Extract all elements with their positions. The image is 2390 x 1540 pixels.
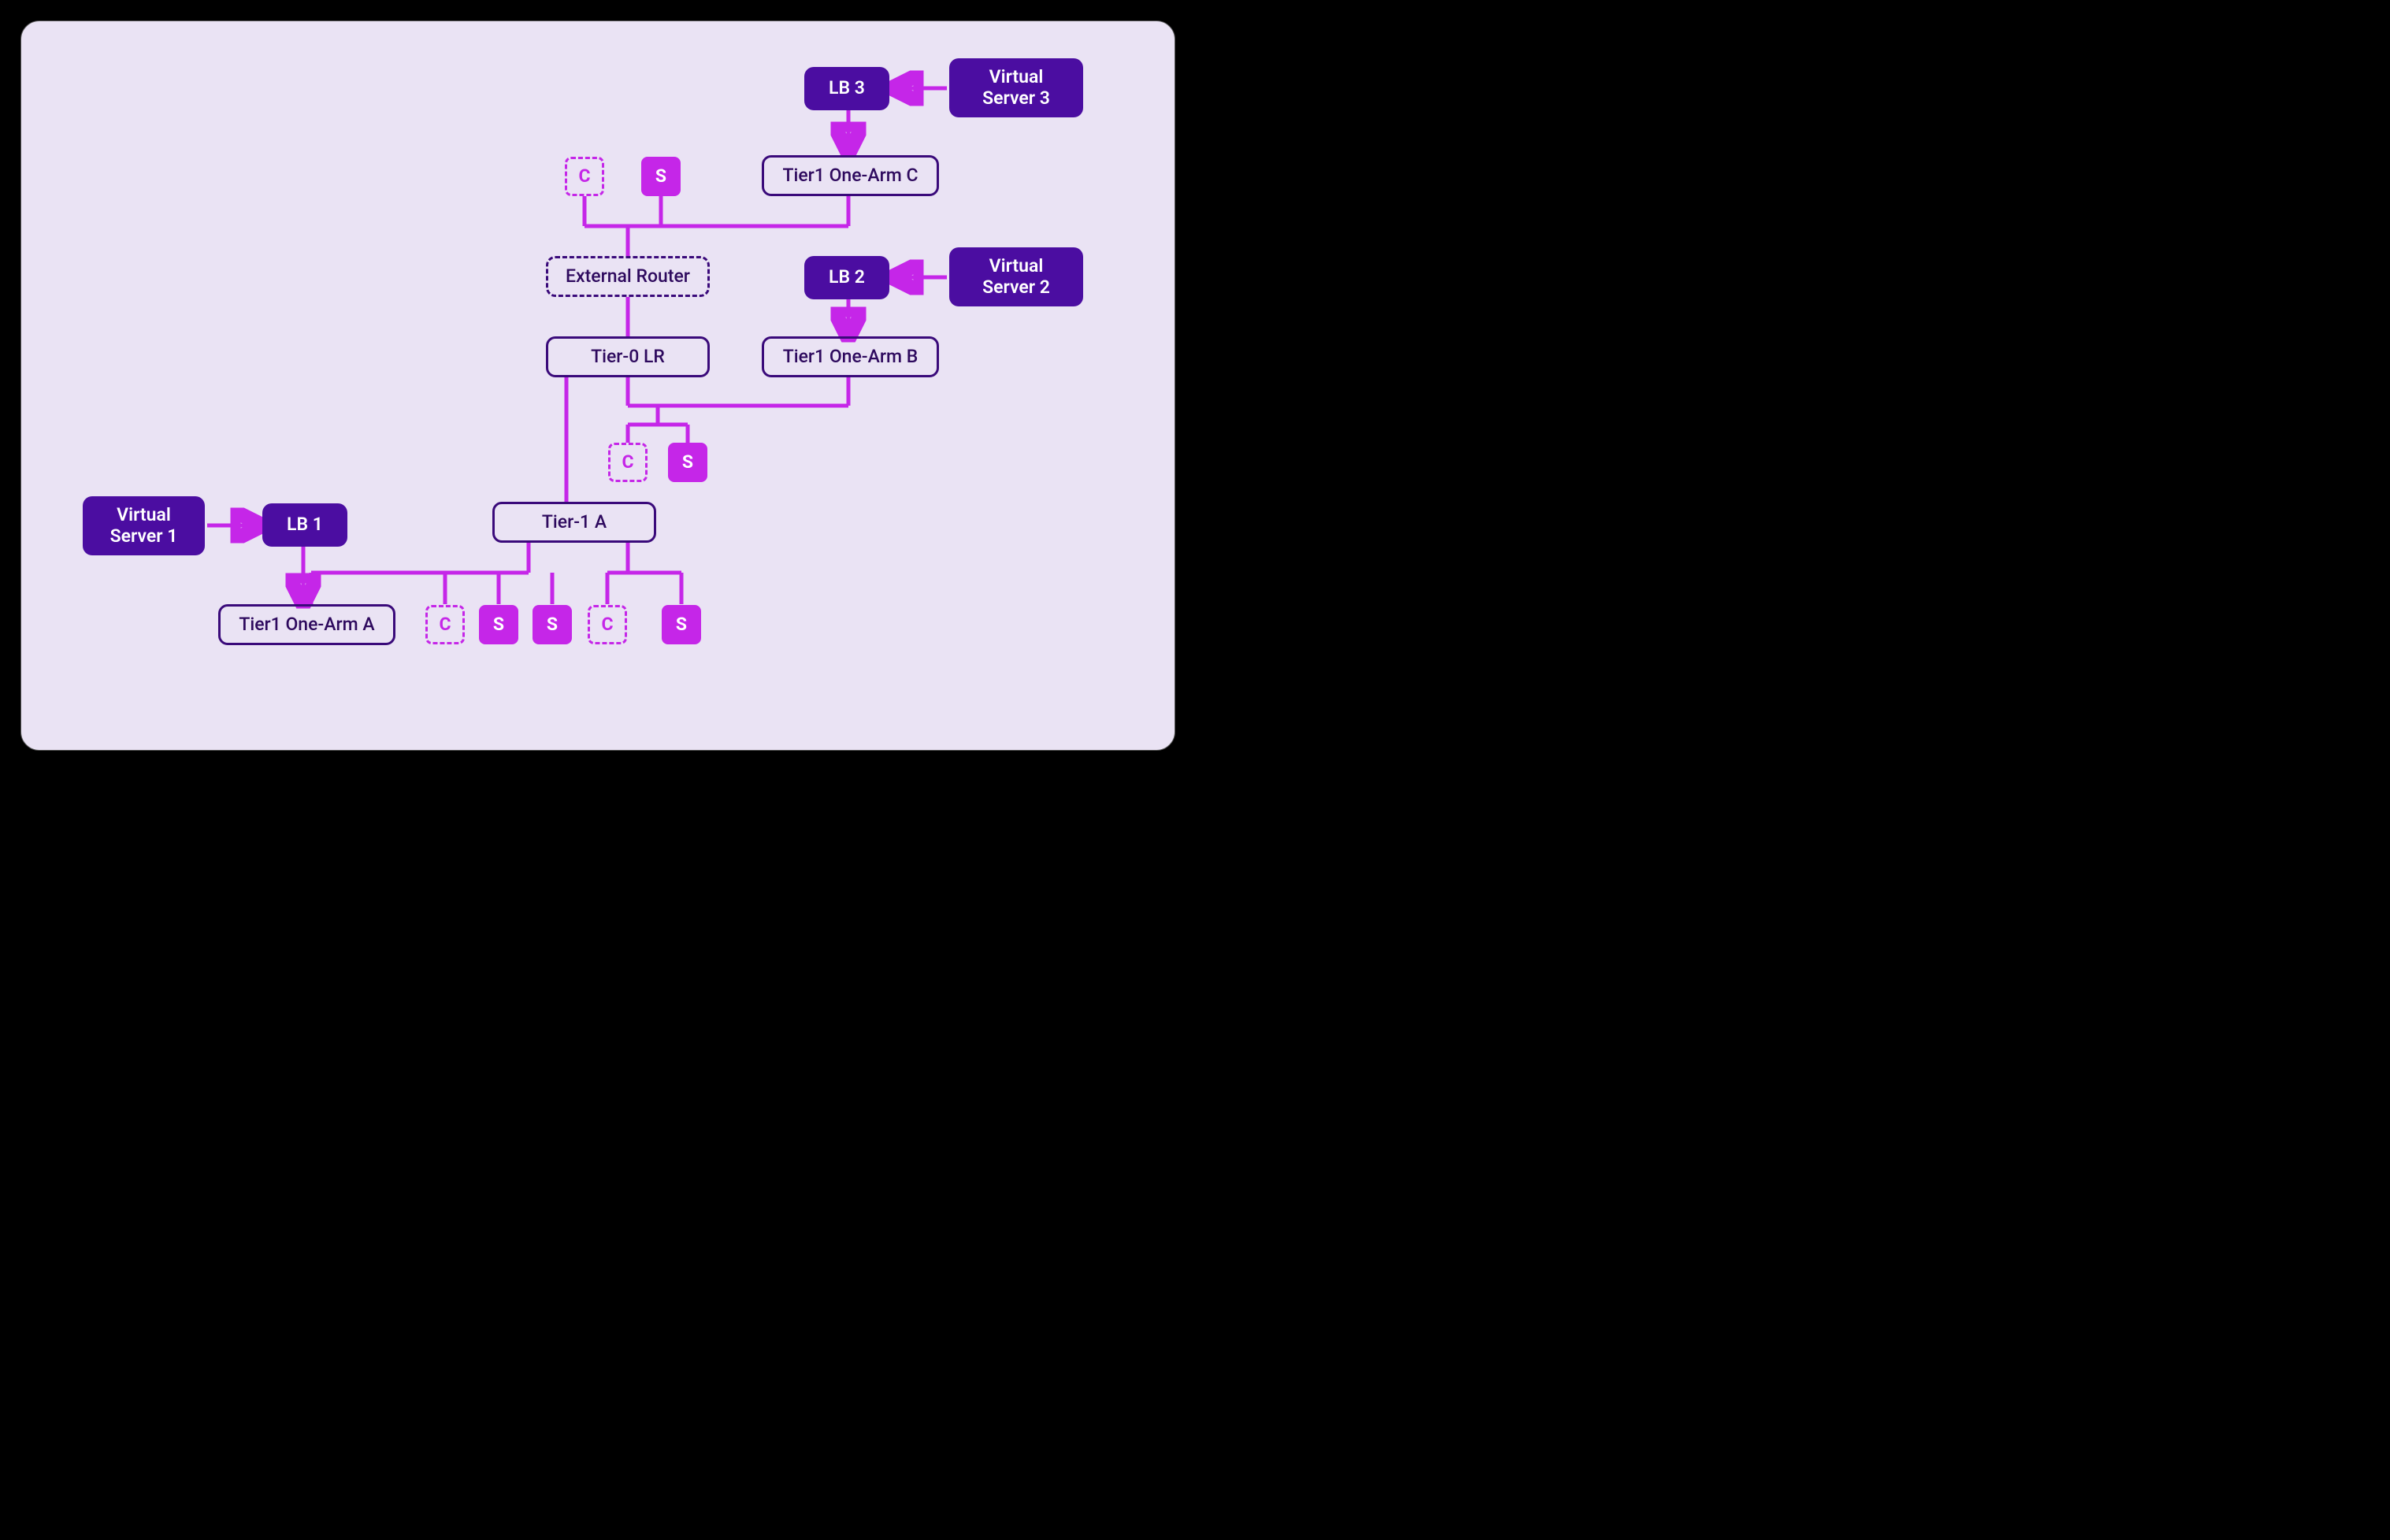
client-c-bottom2-node: C bbox=[588, 605, 627, 644]
virtual-server-1-node: Virtual Server 1 bbox=[83, 496, 205, 555]
tier1-one-arm-a-node: Tier1 One-Arm A bbox=[218, 604, 395, 645]
client-c-mid-node: C bbox=[608, 443, 648, 482]
server-s-bottom1-node: S bbox=[479, 605, 518, 644]
virtual-server-2-label: Virtual Server 2 bbox=[982, 256, 1050, 298]
server-s-bottom3-node: S bbox=[662, 605, 701, 644]
server-s-bottom3-label: S bbox=[676, 614, 687, 635]
tier1-one-arm-c-node: Tier1 One-Arm C bbox=[762, 155, 939, 196]
virtual-server-1-label: Virtual Server 1 bbox=[110, 505, 178, 547]
client-c-top-label: C bbox=[578, 166, 590, 187]
tier0-lr-node: Tier-0 LR bbox=[546, 336, 710, 377]
lb1-node: LB 1 bbox=[262, 503, 347, 547]
server-s-top-label: S bbox=[655, 166, 666, 187]
server-s-bottom1-label: S bbox=[493, 614, 504, 635]
server-s-bottom2-label: S bbox=[547, 614, 558, 635]
client-c-top-node: C bbox=[565, 157, 604, 196]
tier1-one-arm-b-node: Tier1 One-Arm B bbox=[762, 336, 939, 377]
lb3-node: LB 3 bbox=[804, 67, 889, 110]
server-s-mid-node: S bbox=[668, 443, 707, 482]
client-c-mid-label: C bbox=[622, 452, 633, 473]
lb2-node: LB 2 bbox=[804, 256, 889, 299]
diagram-frame: LB 3 Virtual Server 3 Tier1 One-Arm C C … bbox=[20, 20, 1175, 751]
client-c-bottom1-node: C bbox=[425, 605, 465, 644]
server-s-bottom2-node: S bbox=[533, 605, 572, 644]
external-router-node: External Router bbox=[546, 256, 710, 297]
lb1-label: LB 1 bbox=[287, 514, 323, 535]
tier1-a-label: Tier-1 A bbox=[542, 512, 607, 533]
external-router-label: External Router bbox=[566, 266, 690, 287]
lb2-label: LB 2 bbox=[829, 267, 865, 288]
tier1-one-arm-a-label: Tier1 One-Arm A bbox=[239, 614, 374, 635]
client-c-bottom1-label: C bbox=[439, 614, 451, 635]
server-s-mid-label: S bbox=[682, 452, 693, 473]
virtual-server-3-node: Virtual Server 3 bbox=[949, 58, 1083, 117]
virtual-server-3-label: Virtual Server 3 bbox=[982, 67, 1050, 109]
server-s-top-node: S bbox=[641, 157, 681, 196]
client-c-bottom2-label: C bbox=[601, 614, 613, 635]
tier1-one-arm-b-label: Tier1 One-Arm B bbox=[783, 347, 919, 367]
virtual-server-2-node: Virtual Server 2 bbox=[949, 247, 1083, 306]
lb3-label: LB 3 bbox=[829, 78, 865, 98]
tier1-one-arm-c-label: Tier1 One-Arm C bbox=[782, 165, 918, 186]
tier0-lr-label: Tier-0 LR bbox=[591, 347, 665, 367]
tier1-a-node: Tier-1 A bbox=[492, 502, 656, 543]
